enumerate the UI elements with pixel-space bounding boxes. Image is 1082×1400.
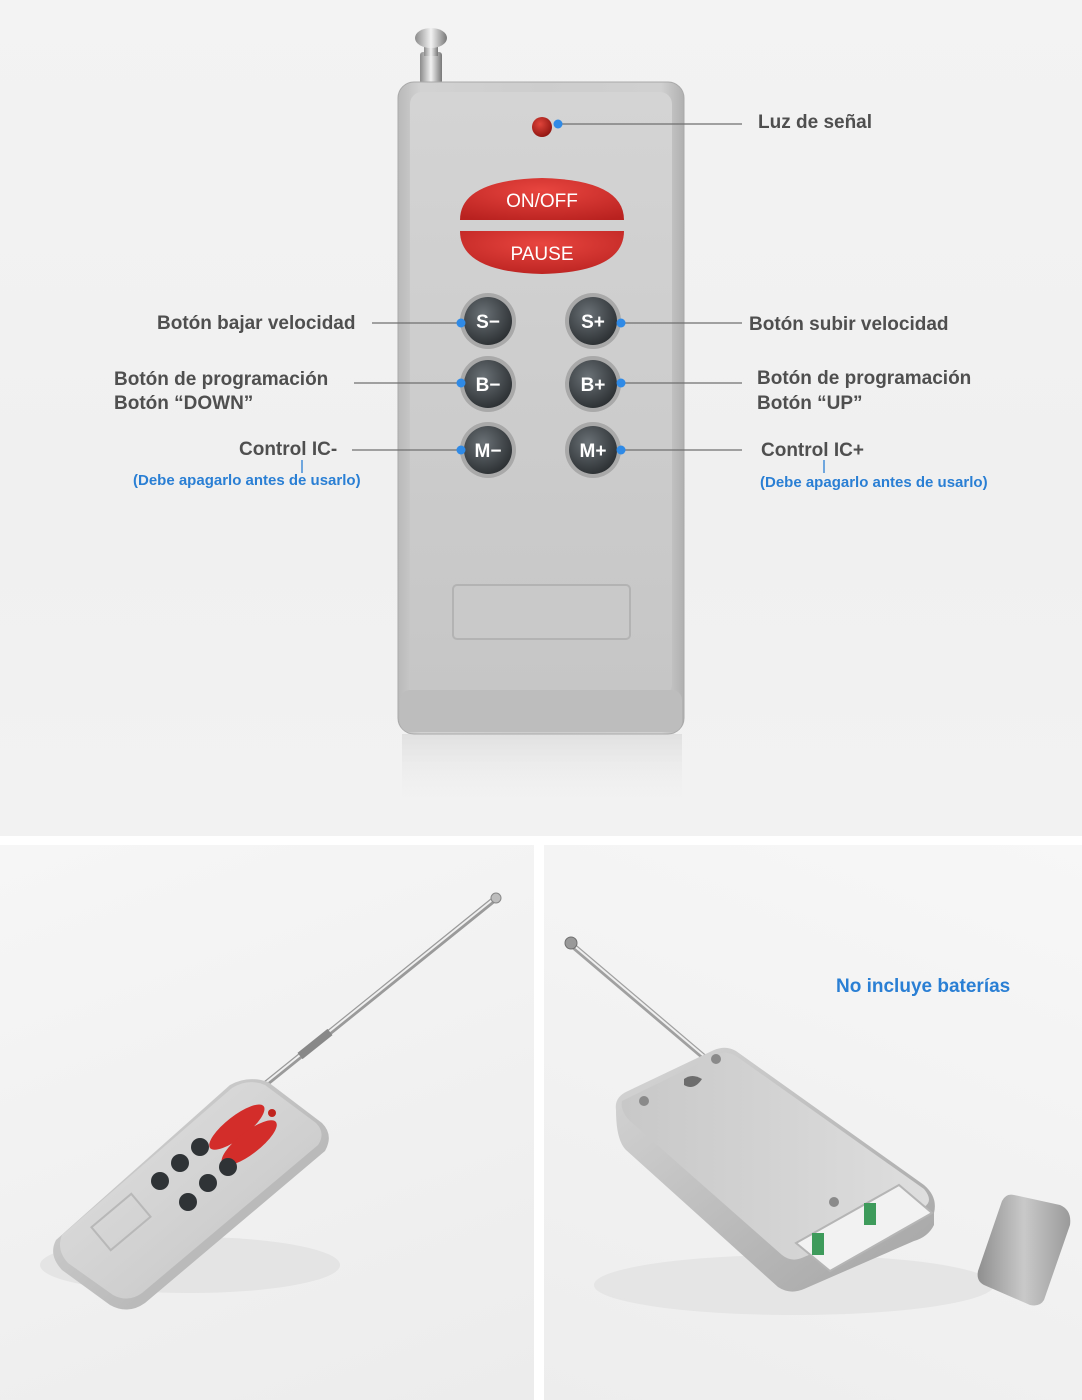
antenna	[255, 892, 502, 1093]
m-plus-key[interactable]: M+	[565, 422, 621, 478]
marker-dot	[616, 378, 626, 388]
remote-angled-illustration	[40, 892, 502, 1310]
prog-right-line1: Botón de programación	[757, 368, 972, 389]
s-minus-label: S−	[476, 312, 500, 333]
marker-dot	[616, 445, 626, 455]
remote-battery-compartment-photo: No incluye baterías	[544, 845, 1082, 1400]
remote-body	[615, 1047, 935, 1292]
s-plus-key[interactable]: S+	[565, 293, 621, 349]
signal-light-label: Luz de señal	[758, 112, 873, 133]
speed-down-label: Botón bajar velocidad	[157, 313, 356, 334]
pause-label: PAUSE	[510, 244, 573, 265]
ic-minus-note: (Debe apagarlo antes de usarlo)	[133, 472, 361, 489]
prog-right-line2: Botón “UP”	[757, 393, 863, 414]
b-minus-label: B−	[476, 375, 501, 396]
marker-dot	[456, 318, 466, 328]
remote-antenna-extended-photo	[0, 845, 534, 1400]
m-plus-label: M+	[580, 441, 607, 462]
onoff-label: ON/OFF	[506, 191, 578, 212]
marker-dot	[456, 445, 466, 455]
label-recess	[452, 584, 631, 640]
s-plus-label: S+	[581, 312, 605, 333]
remote-reflection	[402, 734, 682, 804]
battery-note: No incluye baterías	[836, 976, 1011, 997]
b-minus-key[interactable]: B−	[460, 356, 516, 412]
marker-dot	[456, 378, 466, 388]
antenna	[415, 28, 447, 84]
prog-left-line2: Botón “DOWN”	[114, 393, 254, 414]
marker-dot	[553, 119, 563, 129]
b-plus-label: B+	[581, 375, 606, 396]
speed-up-label: Botón subir velocidad	[749, 314, 949, 335]
remote-front-illustration: ON/OFF PAUSE S− S+ B− B+ M− M+	[301, 28, 825, 804]
ic-plus-label: Control IC+	[761, 440, 864, 461]
signal-led-icon	[532, 117, 552, 137]
remote-back-illustration	[564, 936, 1071, 1315]
battery-contact	[812, 1233, 824, 1255]
ic-plus-note: (Debe apagarlo antes de usarlo)	[760, 474, 988, 491]
main-remote-panel: ON/OFF PAUSE S− S+ B− B+ M− M+ Luz de se…	[0, 0, 1082, 836]
m-minus-key[interactable]: M−	[460, 422, 516, 478]
ic-minus-label: Control IC-	[239, 439, 338, 460]
marker-dot	[616, 318, 626, 328]
battery-contact	[864, 1203, 876, 1225]
m-minus-label: M−	[475, 441, 502, 462]
prog-left-line1: Botón de programación	[114, 369, 329, 390]
b-plus-key[interactable]: B+	[565, 356, 621, 412]
antenna	[564, 936, 707, 1060]
s-minus-key[interactable]: S−	[460, 293, 516, 349]
signal-led-icon	[268, 1109, 276, 1117]
